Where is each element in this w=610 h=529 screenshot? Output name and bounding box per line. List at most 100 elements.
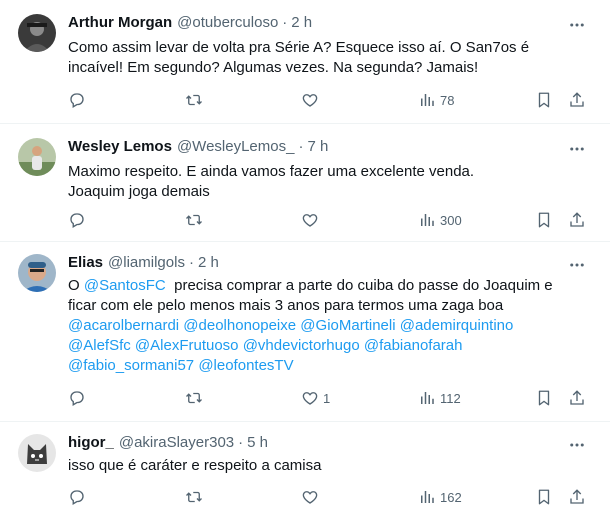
avatar[interactable]: [18, 254, 56, 292]
retweet-icon: [185, 91, 203, 109]
mention-row: @acarolbernardi @deolhonopeixe @GioMarti…: [68, 316, 592, 336]
avatar[interactable]: [18, 138, 56, 176]
bookmark-icon: [535, 389, 553, 407]
separator: ·: [282, 14, 288, 31]
heart-icon: [301, 389, 319, 407]
reply-button[interactable]: [68, 386, 90, 410]
like-count: 1: [323, 390, 331, 406]
bookmark-button[interactable]: [535, 386, 553, 410]
mention-link[interactable]: @ademirquintino: [400, 317, 514, 334]
share-icon: [568, 389, 586, 407]
views-button[interactable]: 162: [418, 485, 462, 509]
views-button[interactable]: 300: [418, 208, 462, 232]
text-fragment: precisa comprar a parte do cuiba do pass…: [165, 277, 553, 294]
tweet-text-line: Como assim levar de volta pra Série A? E…: [68, 39, 530, 56]
views-icon: [418, 389, 436, 407]
reply-button[interactable]: [68, 208, 90, 232]
mention-link[interactable]: @deolhonopeixe: [183, 317, 296, 334]
action-bar: 1 112: [68, 386, 592, 410]
views-icon: [418, 211, 436, 229]
tweet-wesley[interactable]: Wesley Lemos @WesleyLemos_ · 7 h Maximo …: [0, 124, 610, 242]
mention-link[interactable]: @vhdevictorhugo: [243, 337, 360, 354]
views-count: 112: [440, 390, 461, 406]
timestamp[interactable]: 5 h: [247, 434, 268, 451]
retweet-button[interactable]: [185, 208, 207, 232]
retweet-button[interactable]: [185, 386, 207, 410]
mention-row: @fabio_sormani57 @leofontesTV: [68, 356, 592, 376]
tweet-arthur[interactable]: Arthur Morgan @otuberculoso · 2 h Como a…: [0, 0, 610, 124]
views-count: 78: [440, 92, 455, 108]
tweet-text-line: Joaquim joga demais: [68, 183, 210, 200]
bookmark-icon: [535, 91, 553, 109]
views-button[interactable]: 112: [418, 386, 461, 410]
more-icon[interactable]: [566, 138, 588, 160]
mention-link[interactable]: @fabianofarah: [364, 337, 463, 354]
action-bar: 78: [68, 88, 592, 112]
tweet-text: Como assim levar de volta pra Série A? E…: [68, 38, 592, 78]
like-button[interactable]: [301, 485, 323, 509]
share-button[interactable]: [568, 485, 586, 509]
like-button[interactable]: 1: [301, 386, 330, 410]
display-name[interactable]: Wesley Lemos: [68, 138, 172, 155]
heart-icon: [301, 211, 319, 229]
tweet-text-line: Maximo respeito. E ainda vamos fazer uma…: [68, 163, 475, 180]
timestamp[interactable]: 7 h: [307, 138, 328, 155]
user-handle[interactable]: @WesleyLemos_: [177, 138, 295, 155]
share-button[interactable]: [568, 88, 586, 112]
bookmark-button[interactable]: [535, 485, 553, 509]
reply-icon: [68, 488, 86, 506]
separator: ·: [298, 138, 304, 155]
text-fragment: O: [68, 277, 84, 294]
reply-button[interactable]: [68, 88, 90, 112]
display-name[interactable]: Elias: [68, 254, 103, 271]
tweet-higor[interactable]: higor_ @akiraSlayer303 · 5 h isso que é …: [0, 422, 610, 529]
more-icon[interactable]: [566, 14, 588, 36]
bookmark-button[interactable]: [535, 88, 553, 112]
mention-link[interactable]: @fabio_sormani57: [68, 357, 194, 374]
display-name[interactable]: higor_: [68, 434, 114, 451]
retweet-button[interactable]: [185, 88, 207, 112]
share-button[interactable]: [568, 386, 586, 410]
tweet-text-line: isso que é caráter e respeito a camisa: [68, 457, 322, 474]
views-button[interactable]: 78: [418, 88, 454, 112]
bookmark-icon: [535, 488, 553, 506]
views-count: 300: [440, 212, 462, 228]
mention-link[interactable]: @SantosFC: [84, 277, 166, 294]
avatar[interactable]: [18, 14, 56, 52]
display-name[interactable]: Arthur Morgan: [68, 14, 172, 31]
retweet-icon: [185, 211, 203, 229]
more-icon[interactable]: [566, 434, 588, 456]
tweet-elias[interactable]: Elias @liamilgols · 2 h O @SantosFC prec…: [0, 242, 610, 422]
share-icon: [568, 488, 586, 506]
reply-button[interactable]: [68, 485, 90, 509]
user-handle[interactable]: @akiraSlayer303: [119, 434, 234, 451]
mention-link[interactable]: @acarolbernardi: [68, 317, 179, 334]
mention-link[interactable]: @leofontesTV: [198, 357, 293, 374]
views-count: 162: [440, 489, 462, 505]
mention-link[interactable]: @GioMartineli: [300, 317, 395, 334]
tweet-text: Maximo respeito. E ainda vamos fazer uma…: [68, 162, 592, 202]
user-handle[interactable]: @liamilgols: [108, 254, 185, 271]
share-button[interactable]: [568, 208, 586, 232]
heart-icon: [301, 488, 319, 506]
retweet-icon: [185, 389, 203, 407]
mention-row: @AlefSfc @AlexFrutuoso @vhdevictorhugo @…: [68, 336, 592, 356]
user-handle[interactable]: @otuberculoso: [177, 14, 278, 31]
action-bar: 300: [68, 208, 592, 232]
bookmark-button[interactable]: [535, 208, 553, 232]
like-button[interactable]: [301, 208, 323, 232]
avatar[interactable]: [18, 434, 56, 472]
separator: ·: [188, 254, 194, 271]
like-button[interactable]: [301, 88, 323, 112]
retweet-button[interactable]: [185, 485, 207, 509]
timestamp[interactable]: 2 h: [291, 14, 312, 31]
more-icon[interactable]: [566, 254, 588, 276]
reply-icon: [68, 389, 86, 407]
mention-link[interactable]: @AlexFrutuoso: [135, 337, 239, 354]
heart-icon: [301, 91, 319, 109]
timestamp[interactable]: 2 h: [198, 254, 219, 271]
views-icon: [418, 91, 436, 109]
mention-link[interactable]: @AlefSfc: [68, 337, 131, 354]
tweet-text: O @SantosFC precisa comprar a parte do c…: [68, 276, 592, 376]
tweet-text-line: O @SantosFC precisa comprar a parte do c…: [68, 276, 592, 296]
